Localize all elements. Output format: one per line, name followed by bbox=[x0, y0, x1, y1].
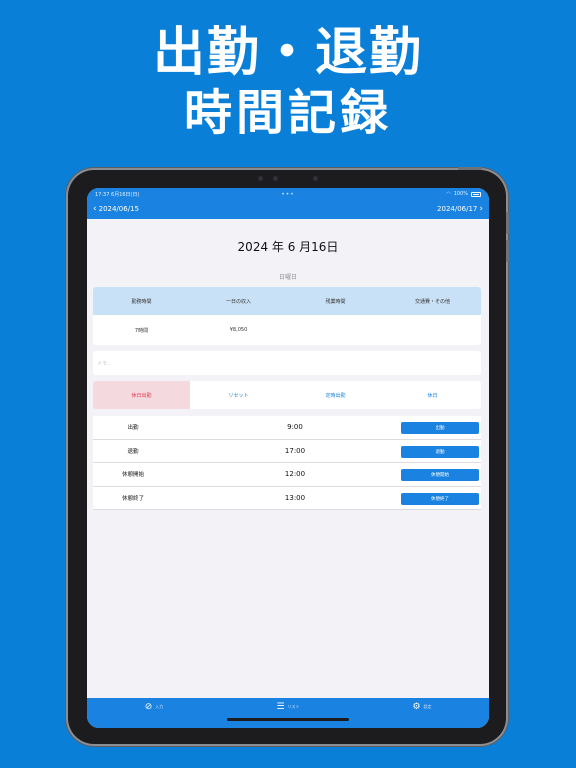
summary-header-daily-income: 一日の収入 bbox=[225, 298, 251, 305]
edit-circle-icon: ⊘ bbox=[144, 702, 153, 712]
time-row-clock-in: 出勤 9:00 出勤 bbox=[93, 416, 481, 440]
tab-settings-label: 設定 bbox=[423, 704, 432, 709]
list-icon: ☰ bbox=[276, 702, 285, 712]
next-day-button[interactable]: 2024/06/17 › bbox=[437, 203, 483, 214]
next-day-label: 2024/06/17 bbox=[437, 205, 478, 213]
volume-down-button bbox=[506, 240, 509, 262]
time-row-value[interactable]: 9:00 bbox=[275, 423, 315, 431]
time-row-label: 休憩開始 bbox=[121, 472, 144, 479]
summary-header-row: 勤務時間 一日の収入 残業時間 交通費・その他 bbox=[93, 287, 481, 315]
summary-header-overtime: 残業時間 bbox=[325, 298, 346, 305]
regular-attendance-button[interactable]: 定時出勤 bbox=[287, 381, 384, 409]
app-screen: 17:37 6月16日(日) ◠ 100% ••• ‹ 2024/06/15 2… bbox=[87, 188, 489, 728]
break-start-button[interactable]: 休憩開始 bbox=[401, 469, 479, 481]
tab-input[interactable]: ⊘ 入力 bbox=[87, 702, 221, 712]
tab-list[interactable]: ☰ リスト bbox=[221, 702, 355, 712]
day-off-button[interactable]: 休日 bbox=[384, 381, 481, 409]
time-row-clock-out: 退勤 17:00 退勤 bbox=[93, 440, 481, 463]
time-row-label: 退勤 bbox=[127, 448, 139, 455]
chevron-right-icon: › bbox=[479, 203, 483, 214]
memo-field[interactable]: メモ... bbox=[93, 351, 481, 375]
summary-value-work-hours: 7時間 bbox=[134, 327, 149, 334]
time-row-value[interactable]: 13:00 bbox=[275, 494, 315, 502]
time-row-break-start: 休憩開始 12:00 休憩開始 bbox=[93, 463, 481, 487]
status-date: 6月16日(日) bbox=[111, 191, 140, 198]
summary-header-work-hours: 勤務時間 bbox=[131, 298, 152, 305]
tab-bar: ⊘ 入力 ☰ リスト ⚙ 設定 bbox=[87, 698, 489, 728]
camera-dot bbox=[258, 176, 263, 181]
tab-input-label: 入力 bbox=[155, 704, 164, 709]
holiday-work-button[interactable]: 休日出勤 bbox=[93, 381, 190, 409]
promo-headline: 出勤・退勤 時間記録 bbox=[0, 22, 576, 142]
wifi-icon: ◠ bbox=[446, 191, 451, 197]
day-action-bar: 休日出勤 リセット 定時出勤 休日 bbox=[93, 381, 481, 409]
tab-settings[interactable]: ⚙ 設定 bbox=[355, 702, 489, 712]
time-row-label: 出勤 bbox=[127, 425, 139, 432]
headline-line-2: 時間記録 bbox=[183, 85, 392, 141]
day-title: 2024 年 6 月16日 bbox=[237, 240, 339, 254]
top-button bbox=[458, 167, 482, 170]
break-end-button[interactable]: 休憩終了 bbox=[401, 492, 479, 505]
time-row-value[interactable]: 12:00 bbox=[275, 470, 315, 478]
time-row-break-end: 休憩終了 13:00 休憩終了 bbox=[93, 487, 481, 510]
summary-value-row: 7時間 ¥8,050 bbox=[93, 315, 481, 345]
weekday-label: 日曜日 bbox=[278, 274, 297, 281]
status-left: 17:37 6月16日(日) bbox=[95, 191, 139, 198]
battery-percent: 100% bbox=[453, 191, 468, 197]
battery-icon bbox=[471, 191, 481, 197]
status-time: 17:37 bbox=[95, 191, 110, 198]
time-row-label: 休憩終了 bbox=[121, 495, 144, 502]
date-navigation: ‹ 2024/06/15 2024/06/17 › bbox=[87, 202, 489, 216]
camera-dot bbox=[273, 176, 278, 181]
multitask-dots[interactable]: ••• bbox=[281, 191, 295, 198]
volume-up-button bbox=[506, 212, 509, 234]
headline-line-1: 出勤・退勤 bbox=[152, 23, 423, 83]
prev-day-label: 2024/06/15 bbox=[98, 205, 139, 213]
prev-day-button[interactable]: ‹ 2024/06/15 bbox=[93, 203, 139, 214]
chevron-left-icon: ‹ bbox=[93, 203, 97, 214]
clock-out-button[interactable]: 退勤 bbox=[401, 445, 479, 458]
clock-in-button[interactable]: 出勤 bbox=[401, 422, 479, 434]
top-bar: 17:37 6月16日(日) ◠ 100% ••• ‹ 2024/06/15 2… bbox=[87, 188, 489, 219]
time-records: 出勤 9:00 出勤 退勤 17:00 退勤 休憩開始 12:00 休憩開始 休… bbox=[93, 416, 481, 510]
tablet-device: 17:37 6月16日(日) ◠ 100% ••• ‹ 2024/06/15 2… bbox=[68, 167, 509, 744]
gear-icon: ⚙ bbox=[412, 702, 421, 712]
camera-dot bbox=[313, 176, 318, 181]
time-row-value[interactable]: 17:00 bbox=[275, 447, 315, 455]
reset-button[interactable]: リセット bbox=[190, 381, 287, 409]
summary-table: 勤務時間 一日の収入 残業時間 交通費・その他 7時間 ¥8,050 bbox=[93, 287, 481, 345]
status-right: ◠ 100% bbox=[446, 191, 481, 197]
home-indicator bbox=[227, 718, 349, 721]
summary-value-daily-income: ¥8,050 bbox=[229, 327, 248, 333]
summary-header-transport: 交通費・その他 bbox=[414, 298, 450, 305]
tab-list-label: リスト bbox=[287, 704, 300, 709]
